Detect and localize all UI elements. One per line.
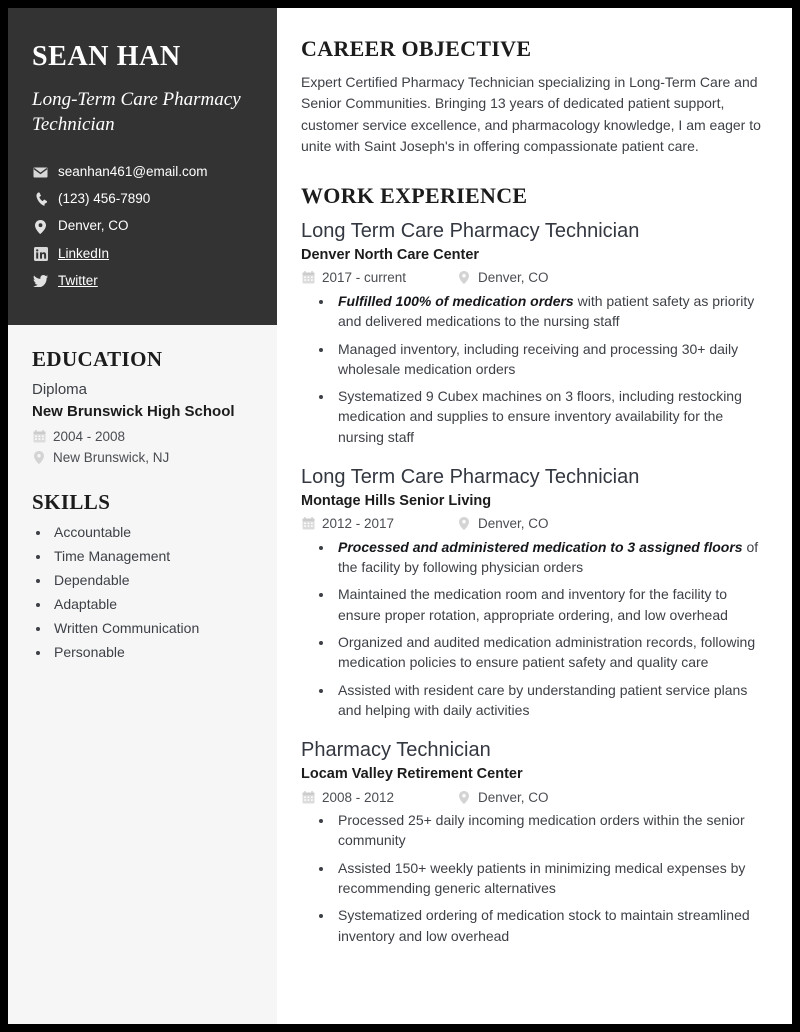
education-dates: 2004 - 2008 xyxy=(32,427,253,447)
career-objective-section: CAREER OBJECTIVE Expert Certified Pharma… xyxy=(301,36,766,157)
job-location-text: Denver, CO xyxy=(478,270,549,286)
bullet-rest: Processed 25+ daily incoming medication … xyxy=(338,812,745,849)
job-title: Pharmacy Technician xyxy=(301,739,491,762)
education-heading: EDUCATION xyxy=(32,347,163,372)
job-entry: Long Term Care Pharmacy Technician Denve… xyxy=(301,219,766,447)
contact-link-text[interactable]: LinkedIn xyxy=(58,245,109,263)
education-section: EDUCATION Diploma New Brunswick High Sch… xyxy=(8,325,277,467)
job-meta: 2012 - 2017 Denver, CO xyxy=(301,515,766,533)
job-location-text: Denver, CO xyxy=(478,789,549,805)
job-title: Long Term Care Pharmacy Technician xyxy=(301,220,640,243)
work-experience-section: WORK EXPERIENCE Long Term Care Pharmacy … xyxy=(301,183,766,946)
bullet-rest: Organized and audited medication adminis… xyxy=(338,634,756,671)
skills-heading: SKILLS xyxy=(32,490,111,515)
job-location: Denver, CO xyxy=(457,790,549,805)
job-company: Montage Hills Senior Living xyxy=(301,492,492,509)
calendar-icon xyxy=(301,790,315,804)
calendar-icon xyxy=(301,271,315,285)
contact-item-location: Denver, CO xyxy=(32,217,253,235)
job-title: Long Term Care Pharmacy Technician xyxy=(301,465,640,488)
job-location: Denver, CO xyxy=(457,270,549,285)
list-item: Systematized ordering of medication stoc… xyxy=(334,905,766,946)
education-dates-text: 2004 - 2008 xyxy=(53,429,126,445)
contact-text: (123) 456-7890 xyxy=(58,191,151,207)
bullet-lead: Fulfilled 100% of medication orders xyxy=(338,292,574,309)
job-dates: 2008 - 2012 xyxy=(301,790,457,805)
education-degree: Diploma xyxy=(32,381,88,399)
calendar-icon xyxy=(301,517,315,531)
job-bullets: Processed 25+ daily incoming medication … xyxy=(301,810,766,946)
list-item: Adaptable xyxy=(51,595,253,614)
skills-list: Accountable Time Management Dependable A… xyxy=(32,523,253,661)
list-item: Written Communication xyxy=(51,619,253,638)
map-pin-icon xyxy=(457,271,471,285)
sidebar-header: SEAN HAN Long-Term Care Pharmacy Technic… xyxy=(8,8,277,326)
contact-list: seanhan461@email.com (123) 456-7890 Denv… xyxy=(32,163,253,290)
main-content: CAREER OBJECTIVE Expert Certified Pharma… xyxy=(277,8,792,1024)
map-pin-icon xyxy=(457,517,471,531)
job-location: Denver, CO xyxy=(457,516,549,531)
job-dates-text: 2008 - 2012 xyxy=(322,789,395,805)
list-item: Managed inventory, including receiving a… xyxy=(334,339,766,380)
job-company: Denver North Care Center xyxy=(301,247,480,264)
job-meta: 2017 - current Denver, CO xyxy=(301,269,766,287)
contact-item-phone: (123) 456-7890 xyxy=(32,190,253,208)
job-dates-text: 2012 - 2017 xyxy=(322,516,395,532)
list-item: Organized and audited medication adminis… xyxy=(334,632,766,673)
job-bullets: Processed and administered medication to… xyxy=(301,537,766,720)
linkedin-icon xyxy=(32,246,49,261)
contact-text: seanhan461@email.com xyxy=(58,163,208,179)
career-objective-heading: CAREER OBJECTIVE xyxy=(301,36,532,61)
contact-item-email: seanhan461@email.com xyxy=(32,163,253,181)
list-item: Assisted 150+ weekly patients in minimiz… xyxy=(334,858,766,899)
work-experience-heading: WORK EXPERIENCE xyxy=(301,183,528,209)
job-meta: 2008 - 2012 Denver, CO xyxy=(301,788,766,806)
contact-item-linkedin[interactable]: LinkedIn xyxy=(32,245,253,263)
phone-icon xyxy=(32,192,49,207)
map-pin-icon xyxy=(457,790,471,804)
job-entry: Long Term Care Pharmacy Technician Monta… xyxy=(301,465,766,720)
bullet-rest: Systematized 9 Cubex machines on 3 floor… xyxy=(338,388,742,445)
list-item: Fulfilled 100% of medication orders with… xyxy=(334,291,766,332)
job-location-text: Denver, CO xyxy=(478,516,549,532)
education-school: New Brunswick High School xyxy=(32,403,235,421)
contact-text: Denver, CO xyxy=(58,218,129,234)
education-location: New Brunswick, NJ xyxy=(32,448,253,468)
list-item: Processed and administered medication to… xyxy=(334,537,766,578)
job-entry: Pharmacy Technician Locam Valley Retirem… xyxy=(301,738,766,946)
contact-item-twitter[interactable]: Twitter xyxy=(32,272,253,290)
header-subtitle: Long-Term Care Pharmacy Technician xyxy=(32,88,241,135)
list-item: Maintained the medication room and inven… xyxy=(334,584,766,625)
education-location-text: New Brunswick, NJ xyxy=(53,449,170,465)
bullet-rest: Assisted with resident care by understan… xyxy=(338,681,748,718)
resume-page: SEAN HAN Long-Term Care Pharmacy Technic… xyxy=(8,8,792,1024)
twitter-icon xyxy=(32,273,49,288)
contact-link-text[interactable]: Twitter xyxy=(58,272,98,290)
bullet-lead: Processed and administered medication to… xyxy=(338,538,743,555)
sidebar: SEAN HAN Long-Term Care Pharmacy Technic… xyxy=(8,8,277,1024)
bullet-rest: Systematized ordering of medication stoc… xyxy=(338,907,750,944)
list-item: Processed 25+ daily incoming medication … xyxy=(334,810,766,851)
job-dates-text: 2017 - current xyxy=(322,270,407,286)
bullet-rest: Managed inventory, including receiving a… xyxy=(338,340,739,377)
map-pin-icon xyxy=(32,219,49,234)
list-item: Accountable xyxy=(51,523,253,542)
page-title: SEAN HAN xyxy=(32,41,181,72)
list-item: Assisted with resident care by understan… xyxy=(334,680,766,721)
bullet-rest: Assisted 150+ weekly patients in minimiz… xyxy=(338,859,746,896)
career-objective-text: Expert Certified Pharmacy Technician spe… xyxy=(301,74,761,154)
list-item: Systematized 9 Cubex machines on 3 floor… xyxy=(334,386,766,447)
list-item: Time Management xyxy=(51,547,253,566)
list-item: Personable xyxy=(51,643,253,662)
job-bullets: Fulfilled 100% of medication orders with… xyxy=(301,291,766,447)
calendar-icon xyxy=(32,430,46,444)
job-dates: 2017 - current xyxy=(301,270,457,285)
job-dates: 2012 - 2017 xyxy=(301,516,457,531)
list-item: Dependable xyxy=(51,571,253,590)
map-pin-icon xyxy=(32,450,46,464)
envelope-icon xyxy=(32,165,49,180)
bullet-rest: Maintained the medication room and inven… xyxy=(338,586,728,623)
skills-section: SKILLS Accountable Time Management Depen… xyxy=(8,468,277,661)
job-company: Locam Valley Retirement Center xyxy=(301,766,523,783)
